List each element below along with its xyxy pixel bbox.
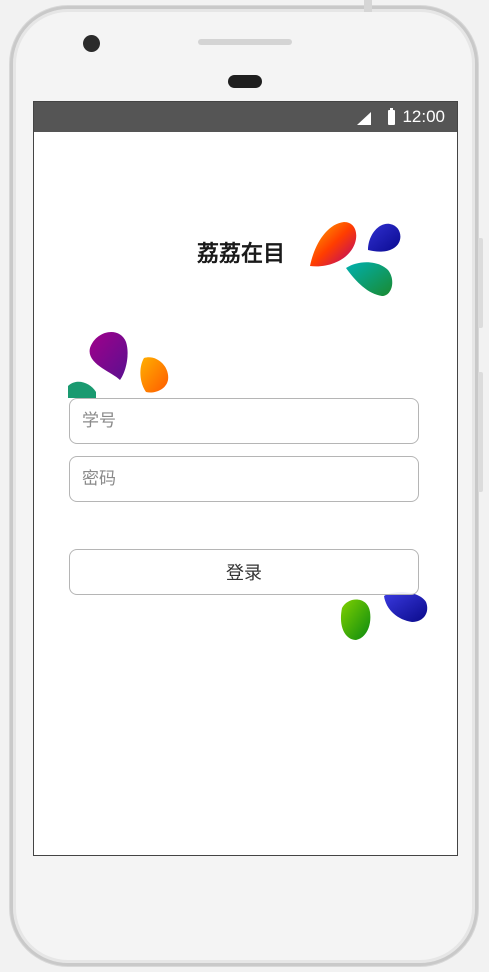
phone-volume-button bbox=[478, 238, 483, 328]
earpiece-speaker bbox=[198, 39, 292, 45]
colorful-petal-cluster-left bbox=[68, 331, 169, 398]
battery-icon bbox=[388, 108, 395, 125]
app-title: 荔荔在目 bbox=[197, 242, 286, 267]
colorful-petal-logo bbox=[310, 222, 401, 296]
password-input[interactable] bbox=[69, 456, 419, 502]
device-screen: 12:00 荔荔在目 学号 登录 bbox=[33, 101, 458, 856]
proximity-sensor bbox=[228, 75, 262, 88]
cell-signal-icon bbox=[357, 112, 371, 125]
phone-power-button bbox=[478, 372, 483, 492]
status-bar: 12:00 bbox=[34, 102, 457, 132]
login-button[interactable]: 登录 bbox=[69, 549, 419, 595]
student-id-input[interactable] bbox=[69, 398, 419, 444]
status-clock: 12:00 bbox=[402, 107, 445, 126]
phone-top-nub bbox=[364, 0, 372, 12]
front-camera bbox=[83, 35, 100, 52]
